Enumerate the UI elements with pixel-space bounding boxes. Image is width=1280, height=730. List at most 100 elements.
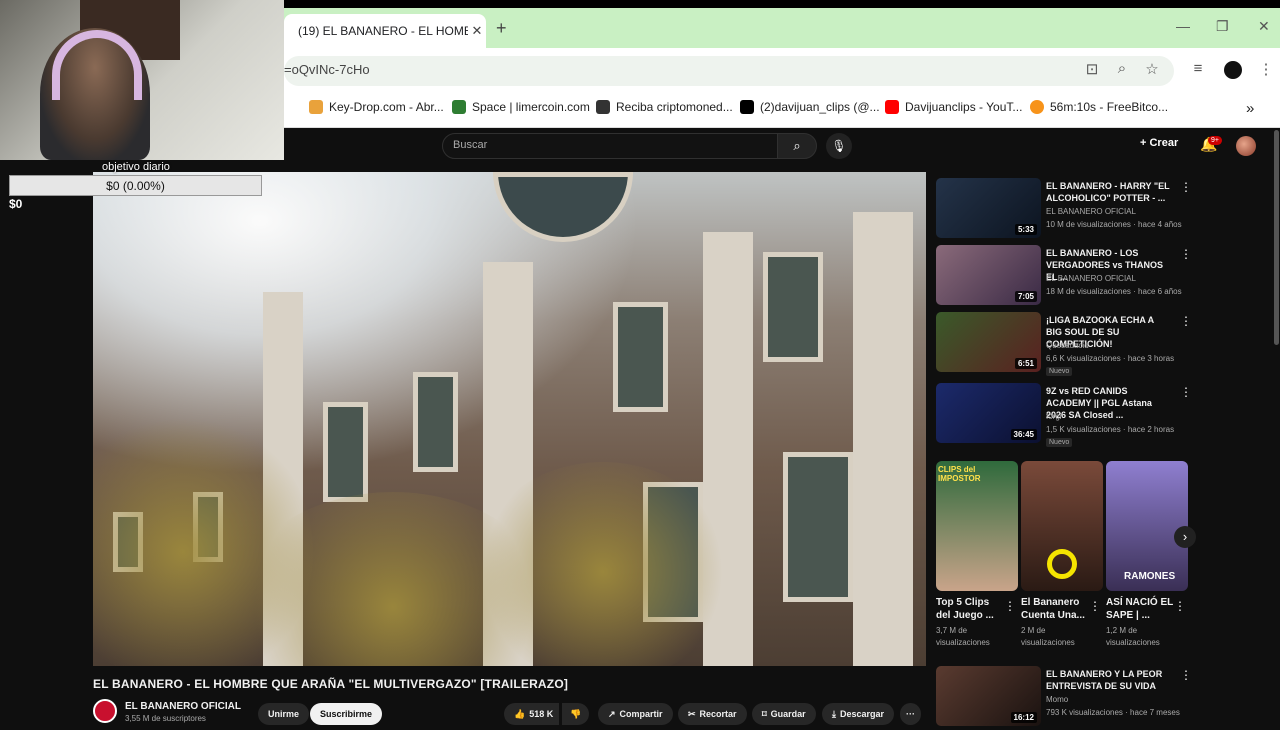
recommendation-views: 18 M de visualizaciones · hace 6 años [1046, 287, 1182, 296]
more-options-icon[interactable]: ⋮ [1180, 247, 1192, 261]
more-options-icon[interactable]: ⋮ [1180, 314, 1192, 328]
recommendation-title[interactable]: EL BANANERO Y LA PEOR ENTREVISTA DE SU V… [1046, 668, 1171, 692]
short-title[interactable]: ASÍ NACIÓ EL SAPE | ... [1106, 596, 1176, 622]
video-player[interactable] [93, 172, 926, 666]
join-button[interactable]: Unirme [258, 703, 310, 725]
channel-name[interactable]: EL BANANERO OFICIAL [125, 701, 241, 712]
more-options-icon[interactable]: ⋮ [1180, 180, 1192, 194]
video-thumbnail[interactable]: 6:51 [936, 312, 1041, 372]
video-thumbnail[interactable]: 36:45 [936, 383, 1041, 443]
bookmarks-overflow-icon[interactable]: » [1246, 100, 1254, 117]
share-icon: ↗ [608, 708, 616, 719]
recommendation-views: 10 M de visualizaciones · hace 4 años [1046, 220, 1182, 229]
short-item[interactable]: CLIPS del IMPOSTOR Top 5 Clips del Juego… [936, 461, 1018, 649]
recommendation-item[interactable]: 7:05 EL BANANERO - LOS VERGADORES vs THA… [936, 245, 1192, 309]
video-thumbnail[interactable]: 7:05 [936, 245, 1041, 305]
subscribe-button[interactable]: Suscribirme [310, 703, 383, 725]
address-bar[interactable] [284, 56, 1174, 86]
window-close-icon[interactable]: ✕ [1258, 18, 1270, 35]
building-window [323, 402, 368, 502]
download-button[interactable]: ⤓ Descargar [822, 703, 895, 725]
minimize-icon[interactable]: — [1176, 18, 1190, 34]
search-input[interactable]: Buscar [442, 133, 778, 159]
page-scrollbar[interactable] [1274, 130, 1279, 345]
address-url[interactable]: =oQvINc-7cHo [284, 62, 370, 77]
recommendation-title[interactable]: 9Z vs RED CANIDS ACADEMY || PGL Astana 2… [1046, 385, 1171, 421]
install-app-icon[interactable]: ⊡ [1082, 60, 1102, 78]
recommendation-channel[interactable]: Quesadacid [1046, 341, 1089, 350]
download-icon: ⤓ [832, 708, 836, 719]
bookmark-favicon-icon [452, 100, 466, 114]
notification-badge: 9+ [1208, 136, 1222, 145]
new-badge: Nuevo [1046, 438, 1073, 447]
scissors-icon: ✂ [688, 708, 696, 719]
subscriber-count: 3,55 M de suscriptores [125, 714, 206, 723]
bookmark-item[interactable]: Key-Drop.com - Abr... [309, 100, 444, 114]
building-window [413, 372, 458, 472]
recommendation-item[interactable]: 5:33 EL BANANERO - HARRY "EL ALCOHOLICO"… [936, 178, 1192, 242]
bookmark-item[interactable]: Reciba criptomoned... [596, 100, 733, 114]
zoom-icon[interactable]: ⌕ [1112, 60, 1132, 77]
short-thumbnail[interactable]: CLIPS del IMPOSTOR [936, 461, 1018, 591]
create-button[interactable]: + Crear [1140, 137, 1178, 149]
recommendation-title[interactable]: EL BANANERO - HARRY "EL ALCOHOLICO" POTT… [1046, 180, 1171, 204]
dislike-button[interactable]: 👎 [562, 703, 590, 725]
more-options-icon[interactable]: ⋮ [1180, 668, 1192, 682]
bookmark-label: Space | limercoin.com [472, 100, 590, 114]
bookmark-item[interactable]: Space | limercoin.com [452, 100, 590, 114]
recommendation-views: 6,6 K visualizaciones · hace 3 horas [1046, 354, 1175, 363]
bookmark-item[interactable]: Davijuanclips - YouT... [885, 100, 1022, 114]
bookmark-favicon-icon [596, 100, 610, 114]
recommendation-channel[interactable]: forgi [1046, 412, 1062, 421]
bookmark-item[interactable]: (2)davijuan_clips (@... [740, 100, 880, 114]
more-options-icon[interactable]: ⋮ [1174, 599, 1186, 613]
bookmark-favicon-icon [1030, 100, 1044, 114]
chevron-right-icon[interactable]: › [1174, 526, 1196, 548]
video-thumbnail[interactable]: 16:12 [936, 666, 1041, 726]
tab-close-icon[interactable]: ✕ [468, 23, 486, 39]
recommendation-channel[interactable]: EL BANANERO OFICIAL [1046, 274, 1136, 283]
microphone-icon[interactable]: 🎙 [826, 133, 852, 159]
short-item[interactable]: El Bananero Cuenta Una... 2 M de visuali… [1021, 461, 1103, 649]
like-button[interactable]: 👍 518 K [504, 703, 560, 725]
recommendation-views: 1,5 K visualizaciones · hace 2 horas [1046, 425, 1175, 434]
bookmark-item[interactable]: 56m:10s - FreeBitco... [1030, 100, 1168, 114]
clip-label: Recortar [699, 709, 737, 719]
channel-avatar[interactable] [93, 699, 117, 723]
short-title[interactable]: Top 5 Clips del Juego ... [936, 596, 1006, 622]
short-thumbnail[interactable] [1021, 461, 1103, 591]
more-options-icon[interactable]: ⋮ [1004, 599, 1016, 613]
building-clock-window [493, 172, 633, 242]
share-button[interactable]: ↗ Compartir [598, 703, 673, 725]
save-label: Guardar [770, 709, 806, 719]
more-options-icon[interactable]: ⋮ [1089, 599, 1101, 613]
bookmark-label: 56m:10s - FreeBitco... [1050, 100, 1169, 114]
recommendation-channel[interactable]: Momo [1046, 695, 1068, 704]
short-thumbnail[interactable]: RAMONES [1106, 461, 1188, 591]
thumbs-down-icon: 👎 [570, 708, 582, 719]
youtube-avatar[interactable] [1236, 136, 1256, 156]
recommendation-item[interactable]: 16:12 EL BANANERO Y LA PEOR ENTREVISTA D… [936, 666, 1192, 730]
browser-tab[interactable]: (19) EL BANANERO - EL HOMBRE QUE ARAÑA ✕ [284, 14, 486, 48]
bookmark-star-icon[interactable]: ☆ [1142, 60, 1162, 78]
building-window [613, 302, 668, 412]
short-title[interactable]: El Bananero Cuenta Una... [1021, 596, 1091, 622]
clip-button[interactable]: ✂ Recortar [678, 703, 747, 725]
restore-icon[interactable]: ❐ [1216, 18, 1229, 35]
new-tab-icon[interactable]: + [496, 18, 507, 39]
browser-menu-icon[interactable]: ⋮ [1256, 60, 1276, 78]
more-actions-button[interactable]: ··· [900, 703, 921, 725]
more-options-icon[interactable]: ⋮ [1180, 385, 1192, 399]
video-duration: 5:33 [1014, 224, 1037, 235]
media-control-icon[interactable]: ≡ [1188, 60, 1208, 77]
video-duration: 6:51 [1014, 358, 1037, 369]
save-button[interactable]: ⌑ Guardar [752, 703, 816, 725]
bookmark-label: Key-Drop.com - Abr... [329, 100, 444, 114]
search-icon[interactable]: ⌕ [777, 133, 817, 159]
recommendation-channel[interactable]: EL BANANERO OFICIAL [1046, 207, 1136, 216]
browser-profile-avatar[interactable] [1224, 61, 1242, 79]
recommendation-item[interactable]: 6:51 ¡LIGA BAZOOKA ECHA A BIG SOUL DE SU… [936, 312, 1192, 376]
short-item[interactable]: RAMONES ASÍ NACIÓ EL SAPE | ... 1,2 M de… [1106, 461, 1188, 649]
recommendation-item[interactable]: 36:45 9Z vs RED CANIDS ACADEMY || PGL As… [936, 383, 1192, 447]
video-thumbnail[interactable]: 5:33 [936, 178, 1041, 238]
